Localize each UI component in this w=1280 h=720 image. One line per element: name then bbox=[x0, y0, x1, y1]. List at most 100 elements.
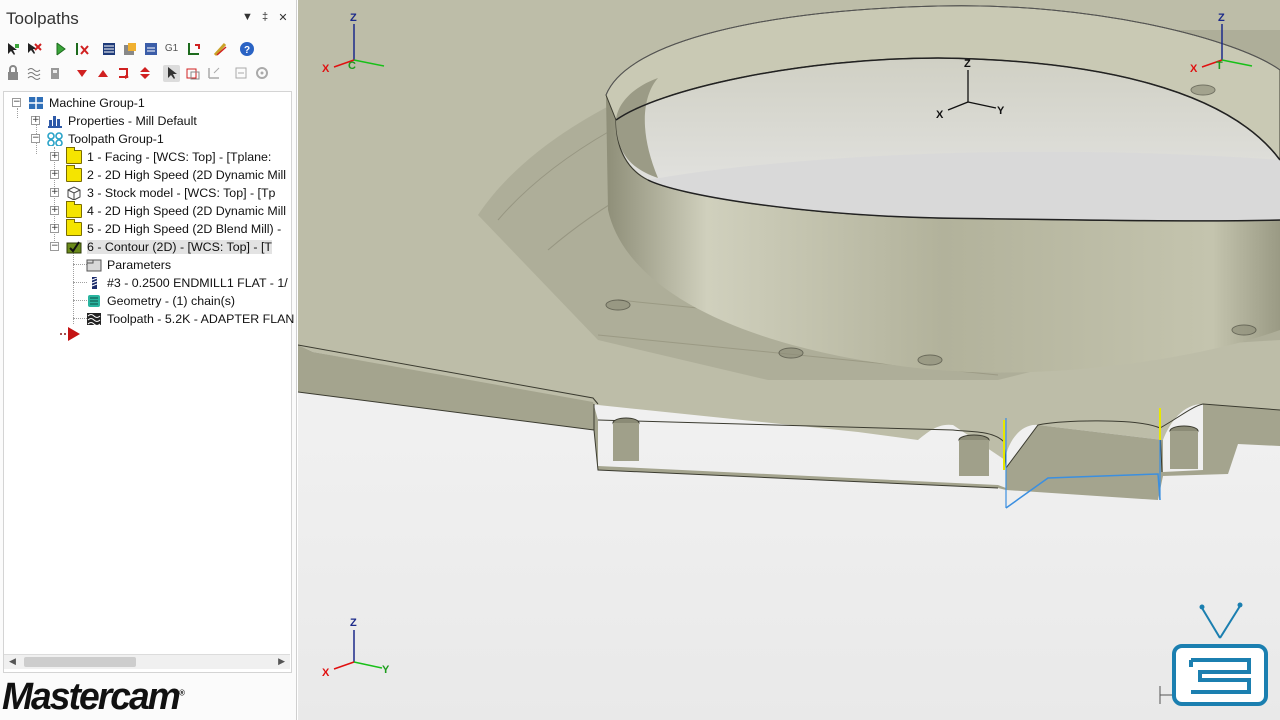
scroll-right-icon[interactable]: ▶ bbox=[278, 656, 285, 667]
toolpaths-toolbar-1: G1 ? bbox=[4, 39, 259, 59]
collapse-toggle[interactable]: − bbox=[50, 242, 59, 251]
close-icon[interactable]: ✕ bbox=[278, 11, 288, 24]
folder-icon bbox=[66, 147, 82, 164]
expand-toggle[interactable]: + bbox=[50, 206, 59, 215]
expand-toggle[interactable]: + bbox=[50, 170, 59, 179]
insert-arrow-marker-icon[interactable] bbox=[60, 326, 86, 342]
folder-check-icon bbox=[66, 240, 82, 254]
tree-label: Machine Group-1 bbox=[49, 96, 145, 110]
operation-6[interactable]: − 6 - Contour (2D) - [WCS: Top] - [T bbox=[50, 238, 272, 256]
svg-text:?: ? bbox=[243, 45, 249, 56]
expand-toggle[interactable]: + bbox=[50, 224, 59, 233]
operation-1[interactable]: + 1 - Facing - [WCS: Top] - [Tplane: bbox=[50, 147, 272, 166]
move-insert-icon[interactable] bbox=[136, 65, 153, 82]
operation-3[interactable]: + 3 - Stock model - [WCS: Top] - [Tp bbox=[50, 184, 275, 202]
trademark-symbol: ® bbox=[178, 688, 185, 698]
scroll-left-icon[interactable]: ◀ bbox=[9, 656, 16, 667]
insert-arrow-icon[interactable] bbox=[115, 65, 132, 82]
settings-icon[interactable] bbox=[253, 65, 270, 82]
machine-group-icon bbox=[28, 96, 44, 110]
folder-icon bbox=[66, 165, 82, 182]
mastercam-window: Toolpaths ▼ ‡ ✕ G1 ? − Machine Group-1 +… bbox=[0, 0, 1280, 720]
parameters-folder-icon bbox=[86, 258, 102, 272]
operation-label: 4 - 2D High Speed (2D Dynamic Mill bbox=[87, 204, 287, 218]
tree-label: Properties - Mill Default bbox=[68, 114, 197, 128]
operation-label: 5 - 2D High Speed (2D Blend Mill) - bbox=[87, 222, 282, 236]
graphics-viewport[interactable]: Z X C Z X T Z X Y Z X Y bbox=[298, 0, 1280, 720]
triad-z-label: Z bbox=[350, 12, 357, 24]
triad-z-label: Z bbox=[1218, 12, 1225, 24]
triad-y-label: Y bbox=[382, 664, 390, 676]
post-selected-icon[interactable] bbox=[184, 41, 201, 58]
operation-label: 2 - 2D High Speed (2D Dynamic Mill bbox=[87, 168, 287, 182]
toggle-display-icon[interactable] bbox=[25, 65, 42, 82]
tree-item-tool[interactable]: #3 - 0.2500 ENDMILL1 FLAT - 1/ bbox=[86, 274, 288, 292]
scrollbar-thumb[interactable] bbox=[24, 657, 136, 667]
triad-z-label: Z bbox=[964, 58, 971, 70]
tree-label: Toolpath Group-1 bbox=[68, 132, 164, 146]
tree-item-toolpath[interactable]: Toolpath - 5.2K - ADAPTER FLAN bbox=[86, 310, 294, 328]
toggle-post-icon[interactable] bbox=[46, 65, 63, 82]
verify-icon[interactable] bbox=[121, 41, 138, 58]
move-down-icon[interactable] bbox=[73, 65, 90, 82]
simulate-icon[interactable] bbox=[142, 41, 159, 58]
tree-item-machine-group[interactable]: − Machine Group-1 bbox=[12, 94, 145, 112]
operations-tree[interactable]: − Machine Group-1 + Properties - Mill De… bbox=[3, 91, 294, 673]
collapse-toggle[interactable]: − bbox=[12, 98, 21, 107]
folder-icon bbox=[66, 219, 82, 236]
operation-5[interactable]: + 5 - 2D High Speed (2D Blend Mill) - bbox=[50, 219, 282, 238]
channel-tv-logo bbox=[1172, 602, 1268, 706]
expand-toggle[interactable]: + bbox=[50, 152, 59, 161]
tree-label: Parameters bbox=[107, 258, 172, 272]
triad-c-label: C bbox=[348, 60, 356, 72]
expand-toggle[interactable]: + bbox=[31, 116, 40, 125]
mastercam-logo: Mastercam® bbox=[2, 676, 185, 719]
operation-label: 6 - Contour (2D) - [WCS: Top] - [T bbox=[87, 240, 272, 254]
scale-bar bbox=[1159, 686, 1174, 704]
highfeed-icon[interactable] bbox=[211, 41, 228, 58]
tree-label: Toolpath - 5.2K - ADAPTER FLAN bbox=[107, 312, 295, 326]
tree-item-parameters[interactable]: Parameters bbox=[86, 256, 171, 274]
tree-item-geometry[interactable]: Geometry - (1) chain(s) bbox=[86, 292, 235, 310]
backplot-icon[interactable] bbox=[100, 41, 117, 58]
post-g1-button[interactable]: G1 bbox=[163, 41, 180, 58]
logo-text: Mastercam bbox=[2, 676, 181, 718]
move-up-icon[interactable] bbox=[94, 65, 111, 82]
part-model: Z X C Z X T Z X Y Z X Y bbox=[298, 0, 1280, 706]
help-icon[interactable]: ? bbox=[238, 41, 255, 58]
properties-icon bbox=[47, 114, 63, 128]
operation-4[interactable]: + 4 - 2D High Speed (2D Dynamic Mill bbox=[50, 201, 287, 220]
panel-controls: ▼ ‡ ✕ bbox=[242, 11, 288, 24]
folder-icon bbox=[66, 201, 82, 218]
toolpaths-panel: Toolpaths ▼ ‡ ✕ G1 ? − Machine Group-1 +… bbox=[0, 0, 297, 720]
triad-z-label: Z bbox=[350, 617, 357, 629]
regenerate-dirty-icon[interactable] bbox=[73, 41, 90, 58]
display-selected-icon[interactable] bbox=[184, 65, 201, 82]
tree-horizontal-scrollbar[interactable]: ◀ ▶ bbox=[4, 654, 290, 669]
triad-x-label: X bbox=[1190, 63, 1198, 75]
tree-label: Geometry - (1) chain(s) bbox=[107, 294, 236, 308]
tree-item-properties[interactable]: + Properties - Mill Default bbox=[31, 112, 197, 130]
collapse-toggle[interactable]: − bbox=[31, 134, 40, 143]
pin-icon[interactable]: ‡ bbox=[260, 11, 270, 24]
select-in-graphics-icon[interactable] bbox=[163, 64, 180, 82]
select-all-operations-icon[interactable] bbox=[4, 41, 21, 58]
operation-label: 1 - Facing - [WCS: Top] - [Tplane: bbox=[87, 150, 272, 164]
operation-2[interactable]: + 2 - 2D High Speed (2D Dynamic Mill bbox=[50, 165, 287, 184]
expand-toggle[interactable]: + bbox=[50, 188, 59, 197]
toolpath-icon bbox=[86, 312, 102, 326]
toolpath-display-icon[interactable] bbox=[205, 65, 222, 82]
triad-view-bottom-left: Z X Y bbox=[322, 617, 390, 679]
lock-icon[interactable] bbox=[4, 65, 21, 82]
endmill-tool-icon bbox=[86, 276, 102, 290]
triad-x-label: X bbox=[322, 63, 330, 75]
tree-item-toolpath-group[interactable]: − Toolpath Group-1 bbox=[31, 130, 164, 148]
triad-x-label: X bbox=[936, 109, 944, 121]
panel-menu-dropdown-icon[interactable]: ▼ bbox=[242, 11, 253, 24]
toolpaths-toolbar-2 bbox=[4, 63, 274, 83]
triad-x-label: X bbox=[322, 667, 330, 679]
options-icon[interactable] bbox=[232, 65, 249, 82]
regenerate-all-icon[interactable] bbox=[52, 41, 69, 58]
triad-t-label: T bbox=[1216, 60, 1223, 72]
deselect-all-icon[interactable] bbox=[25, 41, 42, 58]
